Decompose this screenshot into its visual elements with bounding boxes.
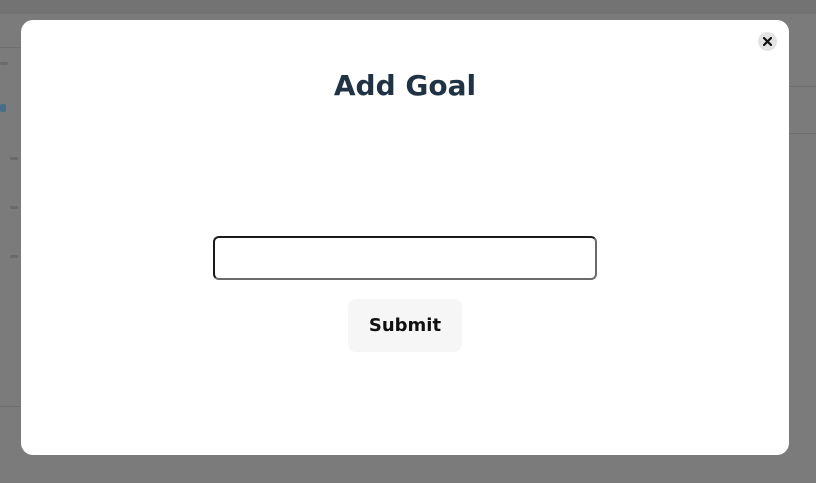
- background-mark: [10, 255, 18, 258]
- background-divider: [789, 86, 816, 87]
- close-icon: [763, 37, 772, 46]
- background-divider: [0, 47, 21, 48]
- goal-input[interactable]: [213, 236, 597, 280]
- background-mark: [10, 206, 18, 209]
- close-button[interactable]: [758, 32, 777, 51]
- background-mark: [0, 104, 6, 112]
- modal-title: Add Goal: [333, 69, 477, 102]
- background-divider: [789, 133, 816, 134]
- submit-button[interactable]: Submit: [348, 299, 462, 352]
- add-goal-modal: Add Goal Submit: [21, 20, 789, 455]
- background-mark: [0, 62, 8, 65]
- background-divider: [0, 406, 21, 407]
- background-mark: [10, 157, 18, 160]
- background-topbar: [0, 0, 816, 14]
